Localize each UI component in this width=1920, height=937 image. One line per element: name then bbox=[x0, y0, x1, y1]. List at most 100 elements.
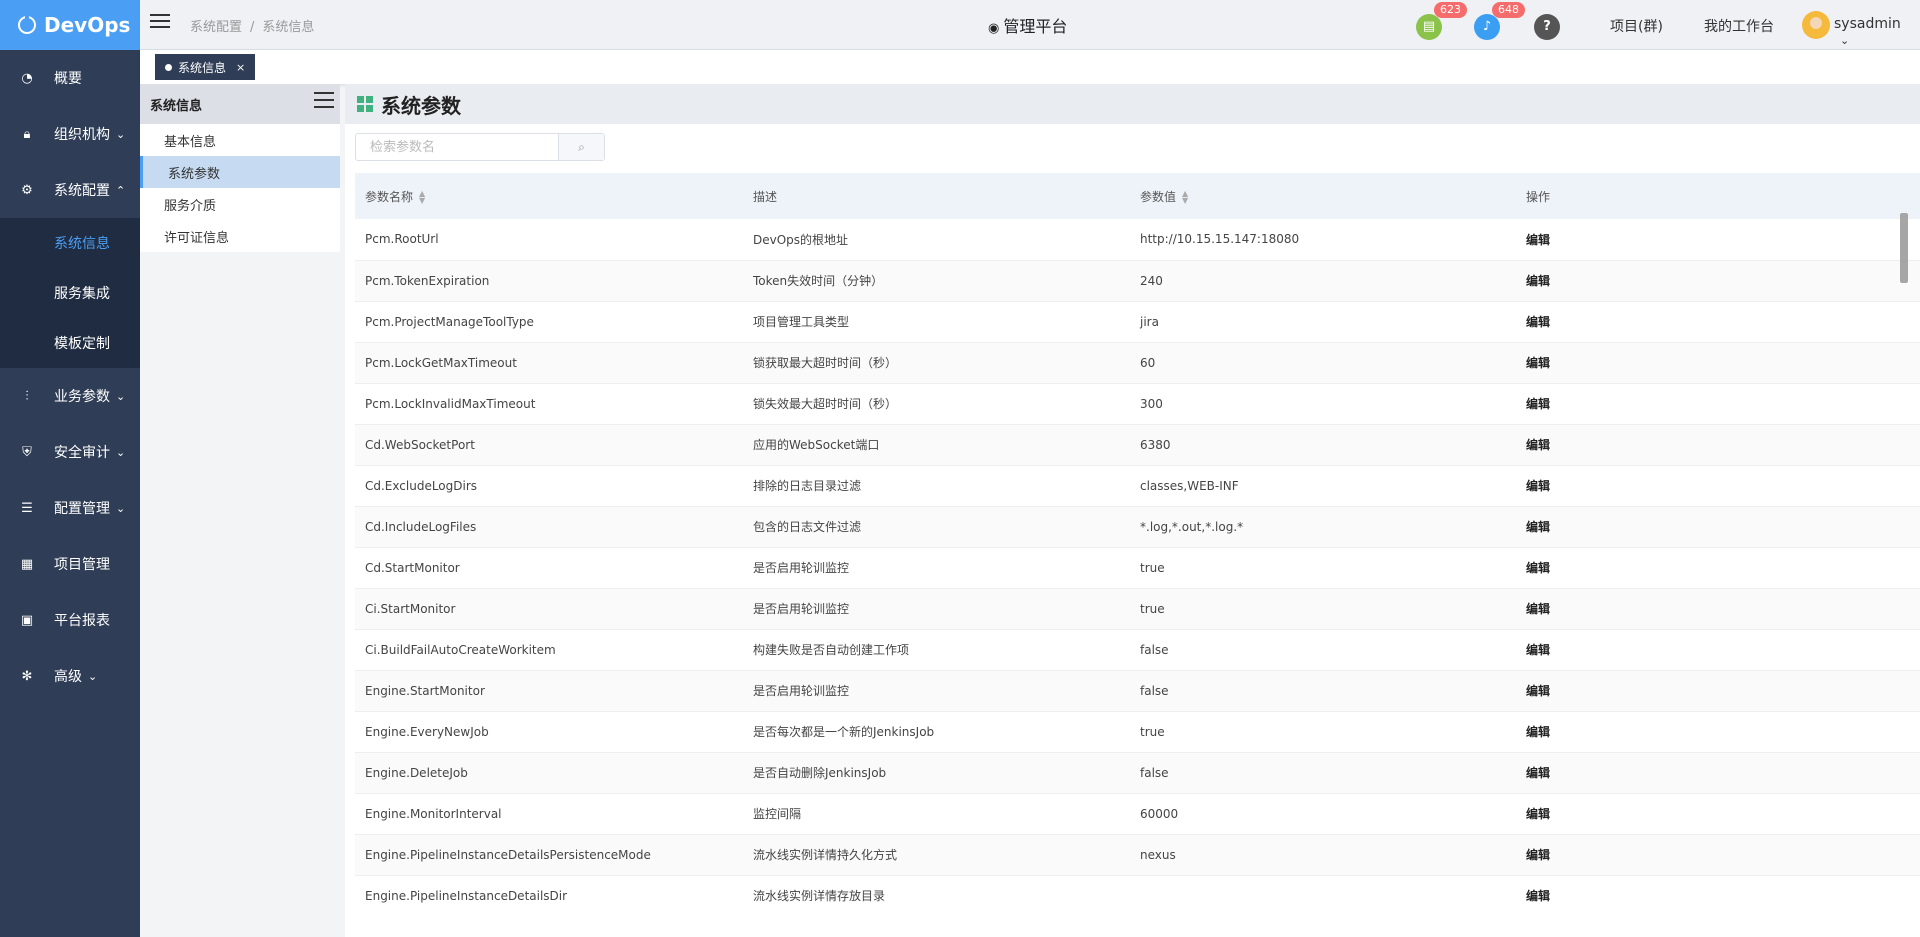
cell-param-value bbox=[1130, 875, 1516, 909]
edit-button[interactable]: 编辑 bbox=[1516, 260, 1920, 301]
column-header-label: 参数名称 bbox=[365, 189, 414, 204]
edit-button[interactable]: 编辑 bbox=[1516, 793, 1920, 834]
column-header-label: 参数值 bbox=[1140, 189, 1177, 204]
search-button[interactable]: ⌕ bbox=[558, 134, 604, 160]
edit-button[interactable]: 编辑 bbox=[1516, 752, 1920, 793]
edit-button[interactable]: 编辑 bbox=[1516, 711, 1920, 752]
nav-item-project-management[interactable]: ▦ 项目管理 bbox=[0, 536, 140, 592]
edit-button[interactable]: 编辑 bbox=[1516, 424, 1920, 465]
nav-item-label: 业务参数 bbox=[54, 389, 110, 405]
column-header-label: 操作 bbox=[1526, 189, 1551, 204]
nav-item-advanced[interactable]: ✻ 高级 ⌄ bbox=[0, 648, 140, 704]
edit-button[interactable]: 编辑 bbox=[1516, 588, 1920, 629]
user-menu[interactable]: sysadmin ⌄ bbox=[1834, 16, 1920, 48]
edit-button[interactable]: 编辑 bbox=[1516, 547, 1920, 588]
edit-button[interactable]: 编辑 bbox=[1516, 465, 1920, 506]
cell-description: 构建失败是否自动创建工作项 bbox=[753, 643, 910, 657]
cell-description: DevOps的根地址 bbox=[753, 232, 849, 247]
secondary-menu-header: 系统信息 bbox=[140, 84, 340, 124]
cell-param-name: Pcm.ProjectManageToolType bbox=[365, 314, 534, 329]
cell-description: 排除的日志目录过滤 bbox=[753, 479, 862, 493]
shield-icon: ⛨ bbox=[22, 444, 32, 460]
table-row: Engine.MonitorInterval 监控间隔 60000 编辑 bbox=[355, 793, 1920, 834]
column-header-actions: 操作 bbox=[1516, 173, 1920, 219]
active-dot-icon bbox=[165, 63, 172, 71]
nav-item-config-management[interactable]: ☰ 配置管理 ⌄ bbox=[0, 480, 140, 536]
menu-item-service-media[interactable]: 服务介质 bbox=[140, 188, 340, 220]
edit-button[interactable]: 编辑 bbox=[1516, 629, 1920, 670]
sliders-icon: ⫶ bbox=[25, 388, 29, 404]
edit-button[interactable]: 编辑 bbox=[1516, 834, 1920, 875]
cell-description: 是否启用轮训监控 bbox=[753, 684, 850, 698]
help-icon[interactable]: ? bbox=[1534, 14, 1560, 40]
table-row: Pcm.LockGetMaxTimeout 锁获取最大超时时间（秒） 60 编辑 bbox=[355, 342, 1920, 383]
cell-param-name: Engine.PipelineInstanceDetailsDir bbox=[365, 888, 568, 903]
advanced-icon: ✻ bbox=[21, 668, 33, 684]
column-header-param-name[interactable]: 参数名称 ▲ ▼ bbox=[355, 173, 743, 219]
nav-item-organization[interactable]: 🔒︎ 组织机构 ⌄ bbox=[0, 106, 140, 162]
collapse-menu-icon[interactable] bbox=[314, 92, 334, 108]
eye-icon: ◉ bbox=[988, 21, 1000, 36]
nav-item-overview[interactable]: ◔ 概要 bbox=[0, 50, 140, 106]
brand-logo[interactable]: DevOps bbox=[0, 0, 140, 50]
table-row: Cd.WebSocketPort 应用的WebSocket端口 6380 编辑 bbox=[355, 424, 1920, 465]
cell-description: 应用的WebSocket端口 bbox=[753, 438, 880, 452]
edit-button[interactable]: 编辑 bbox=[1516, 219, 1920, 260]
search-input[interactable] bbox=[356, 134, 558, 160]
main-content: 系统参数 ⌕ 参数名称 ▲▼ 描述 参数值 ▲▼ 操作 Pcm.RootUrl Dev… bbox=[345, 84, 1920, 937]
cell-param-value: classes,WEB-INF bbox=[1140, 478, 1239, 493]
cell-param-name: Pcm.LockGetMaxTimeout bbox=[365, 355, 517, 370]
table-row: Cd.ExcludeLogDirs 排除的日志目录过滤 classes,WEB-IN… bbox=[355, 465, 1920, 506]
platform-switcher[interactable]: ◉ 管理平台 bbox=[988, 13, 1067, 37]
cell-param-value: nexus bbox=[1140, 847, 1176, 862]
vertical-scrollbar[interactable] bbox=[1900, 213, 1908, 283]
search-icon: ⌕ bbox=[578, 139, 585, 154]
nav-item-business-params[interactable]: ⫶ 业务参数 ⌄ bbox=[0, 368, 140, 424]
edit-button[interactable]: 编辑 bbox=[1516, 342, 1920, 383]
menu-item-system-params[interactable]: 系统参数 bbox=[140, 156, 340, 188]
cell-description: 包含的日志文件过滤 bbox=[753, 520, 862, 534]
edit-button[interactable]: 编辑 bbox=[1516, 506, 1920, 547]
notification-badge: 648 bbox=[1492, 2, 1525, 18]
menu-item-basic-info[interactable]: 基本信息 bbox=[140, 124, 340, 156]
cell-description: 是否启用轮训监控 bbox=[753, 602, 850, 616]
cell-param-value: 300 bbox=[1140, 396, 1163, 411]
cell-param-name: Engine.EveryNewJob bbox=[365, 724, 489, 739]
search-box: ⌕ bbox=[355, 133, 605, 161]
sort-icon[interactable]: ▲ ▼ bbox=[1182, 190, 1188, 205]
nav-item-security-audit[interactable]: ⛨ 安全审计 ⌄ bbox=[0, 424, 140, 480]
cell-param-value: false bbox=[1140, 765, 1169, 780]
edit-button[interactable]: 编辑 bbox=[1516, 875, 1920, 909]
table-row: Cd.StartMonitor 是否启用轮训监控 true 编辑 bbox=[355, 547, 1920, 588]
close-icon[interactable]: × bbox=[236, 61, 245, 74]
nav-subitem-service-integration[interactable]: 服务集成 bbox=[0, 268, 140, 318]
avatar[interactable] bbox=[1802, 11, 1830, 39]
nav-item-label: 安全审计 bbox=[54, 445, 110, 461]
cell-param-value: true bbox=[1140, 601, 1165, 616]
nav-item-label: 概要 bbox=[54, 71, 82, 87]
document-icon[interactable]: ▤ bbox=[1416, 14, 1442, 40]
edit-button[interactable]: 编辑 bbox=[1516, 670, 1920, 711]
breadcrumb-item[interactable]: 系统配置 bbox=[190, 20, 242, 35]
cell-param-name: Ci.StartMonitor bbox=[365, 601, 456, 616]
cell-param-name: Pcm.RootUrl bbox=[365, 232, 439, 247]
edit-button[interactable]: 编辑 bbox=[1516, 301, 1920, 342]
grid-icon bbox=[357, 96, 373, 112]
secondary-menu-list: 基本信息 系统参数 服务介质 许可证信息 bbox=[140, 124, 340, 252]
workbench-link[interactable]: 我的工作台 bbox=[1704, 16, 1774, 36]
nav-item-platform-reports[interactable]: ▣ 平台报表 bbox=[0, 592, 140, 648]
sort-icon[interactable]: ▲ ▼ bbox=[419, 190, 425, 205]
nav-subitem-system-info[interactable]: 系统信息 bbox=[0, 218, 140, 268]
projects-link[interactable]: 项目(群) bbox=[1610, 16, 1663, 36]
menu-toggle-icon[interactable] bbox=[150, 14, 170, 30]
menu-item-license-info[interactable]: 许可证信息 bbox=[140, 220, 340, 252]
bell-icon[interactable]: ♪ bbox=[1474, 14, 1500, 40]
column-header-param-value[interactable]: 参数值 ▲ ▼ bbox=[1130, 173, 1516, 219]
nav-subitem-template-custom[interactable]: 模板定制 bbox=[0, 318, 140, 368]
nav-item-system-config[interactable]: ⚙ 系统配置 ⌃ bbox=[0, 162, 140, 218]
edit-button[interactable]: 编辑 bbox=[1516, 383, 1920, 424]
tab-system-info[interactable]: 系统信息 × bbox=[155, 54, 256, 80]
brand-name: DevOps bbox=[44, 13, 131, 37]
devops-logo-icon bbox=[18, 14, 36, 34]
secondary-menu: 系统信息 基本信息 系统参数 服务介质 许可证信息 bbox=[140, 84, 340, 937]
